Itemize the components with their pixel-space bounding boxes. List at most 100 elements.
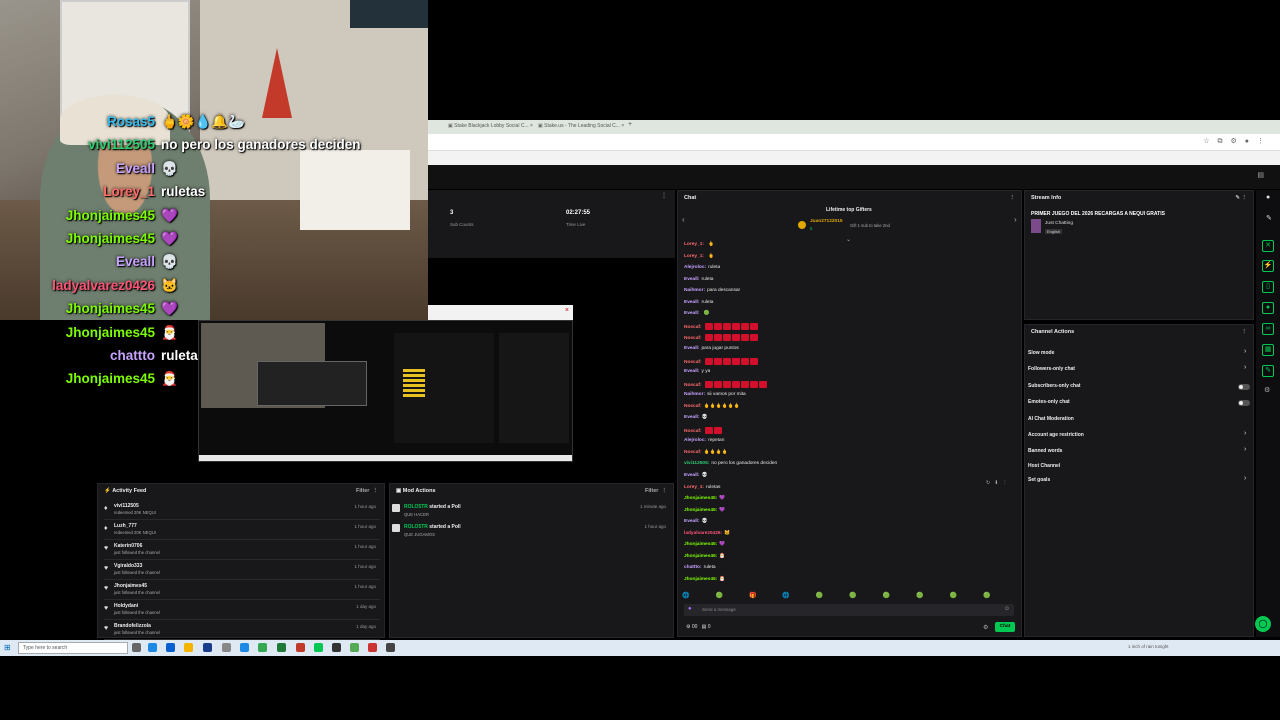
mod-filter-button[interactable]: Filter ⋮ [645,488,667,494]
chat-message[interactable]: Alejroloc: ruleta [684,265,720,270]
send-chat-button[interactable]: Chat [995,622,1015,632]
taskbar-search[interactable]: Type here to search [18,642,128,654]
bolt-icon[interactable]: ⚡ [1262,260,1274,272]
chevron-left-icon[interactable]: ‹ [682,215,685,224]
chevron-down-icon[interactable]: ⌄ [846,236,851,243]
windows-start-icon[interactable]: ⊞ [4,643,11,652]
chat-username[interactable]: Noscaf: [684,429,702,434]
gift-icon[interactable]: ▤ [1257,171,1264,179]
chat-menu-icon[interactable]: ⋮ [1010,195,1016,201]
app-icon[interactable] [296,643,305,652]
chat-message[interactable]: Eveall: 💀 [684,473,707,478]
chat-username[interactable]: chattto: [684,565,702,570]
mic-icon[interactable]: ● [688,606,692,612]
chat-message[interactable]: Lorey_1: ruletas [684,485,720,490]
app-icon[interactable] [386,643,395,652]
chat-message[interactable]: Eveall: para jugar puntos [684,346,739,351]
photos-icon[interactable] [240,643,249,652]
chevron-right-icon[interactable]: › [1244,430,1246,437]
chat-username[interactable]: Jhonjaimes45: [684,508,717,513]
chat-username[interactable]: Eveall: [684,311,699,316]
help-icon[interactable]: ● [1266,194,1270,201]
chat-username[interactable]: Jhonjaimes45: [684,577,717,582]
chevron-right-icon[interactable]: › [1244,364,1246,371]
channel-action-item[interactable]: Banned words [1028,448,1062,454]
browser-tab[interactable]: ▣ Stake Blackjack Lobby Social C... × [448,123,533,132]
gear-icon[interactable]: ⚙ [1264,386,1270,394]
link-icon[interactable]: ∞ [1262,323,1274,335]
chevron-right-icon[interactable]: › [1244,348,1246,355]
new-tab-button[interactable]: + [628,121,632,130]
chat-message[interactable]: Eveall: 🟢 [684,311,709,316]
chat-username[interactable]: Jhonjaimes45: [684,496,717,501]
chrome-icon[interactable] [258,643,267,652]
chat-message[interactable]: Jhonjaimes45: 💜 [684,508,725,513]
emote-bar[interactable]: 🌐🟢🎁🌐🟢🟢🟢🟢🟢🟢 [682,592,1018,602]
activity-item[interactable]: ♥ Holdydani just followed the channel 1 day… [104,602,380,620]
chat-message[interactable]: Noscaf: [684,380,767,388]
activity-item[interactable]: ♦ vivi112505 redeemed 20K NEQUI 1 hour ago [104,502,380,520]
chat-message[interactable]: Jhonjaimes45: 🎅 [684,577,725,582]
chevron-right-icon[interactable]: › [1014,215,1017,224]
chat-username[interactable]: Eveall: [684,346,699,351]
chat-message[interactable]: Noscaf: [684,334,758,342]
chat-message[interactable]: Jhonjaimes45: 💜 [684,496,725,501]
chat-message[interactable]: Noscaf: 🖕🖕🖕🖕🖕🖕 [684,404,739,409]
chat-username[interactable]: Eveall: [684,519,699,524]
activity-item[interactable]: ♦ Luzh_777 redeemed 20K NEQUI 1 hour ago [104,522,380,540]
task-view-icon[interactable] [132,643,141,652]
chat-bubble-icon[interactable]: ● [1262,302,1274,314]
app-icon[interactable] [350,643,359,652]
activity-item[interactable]: ♥ Jhonjaimes45 just followed the channel 1 … [104,582,380,600]
chat-username[interactable]: Lorey_1: [684,242,704,247]
mod-action-item[interactable]: ROLO5TR started a Poll QUE HACER 1 minute … [392,503,670,523]
chat-input[interactable]: ● Send a message ☺ [684,604,1014,616]
obs-icon[interactable] [332,643,341,652]
app-icon[interactable] [368,643,377,652]
settings-icon[interactable]: ⚙ [983,624,988,631]
toggle-switch[interactable] [1238,384,1250,390]
chat-message[interactable]: Lorey_1: 🖕 [684,242,714,247]
chat-message[interactable]: Eveall: 💀 [684,519,707,524]
chat-username[interactable]: Eveall: [684,277,699,282]
chat-username[interactable]: ladyalvarez0426: [684,531,722,536]
edit-icon[interactable]: ✎ ⋮ [1235,195,1247,201]
chat-message[interactable]: Noscaf: [684,357,758,365]
pencil-icon[interactable]: ✎ [1266,214,1272,222]
chat-username[interactable]: Eveall: [684,369,699,374]
activity-item[interactable]: ♥ Katerin0706 just followed the channel 1 h… [104,542,380,560]
activity-item[interactable]: ♥ Vgiraldo333 just followed the channel 1 h… [104,562,380,580]
chat-message[interactable]: vivi112505: no pero los ganadores deciden [684,461,777,466]
chat-username[interactable]: Alejroloc: [684,265,706,270]
chat-username[interactable]: Jhonjaimes45: [684,554,717,559]
address-bar[interactable]: ☆⧉⚙●⋮ [428,134,1280,151]
chat-username[interactable]: Naihmor: [684,288,705,293]
chat-message[interactable]: Jhonjaimes45: 🎅 [684,554,725,559]
stats-menu-icon[interactable]: ⋮ [661,192,667,199]
edge-icon[interactable] [148,643,157,652]
channel-action-item[interactable]: Host Channel [1028,463,1060,469]
chat-username[interactable]: Eveall: [684,300,699,305]
channel-action-item[interactable]: Subscribers-only chat [1028,383,1081,389]
store-app-icon[interactable] [203,643,212,652]
wrench-icon[interactable]: ✎ [1262,365,1274,377]
channel-action-item[interactable]: Followers-only chat [1028,366,1075,372]
close-icon[interactable]: × [565,307,569,314]
activity-item[interactable]: ♥ Brandofelizzola just followed the channe… [104,622,380,640]
chat-username[interactable]: Jhonjaimes45: [684,542,717,547]
app-icon[interactable] [314,643,323,652]
chat-message[interactable]: Eveall: ruleta [684,300,713,305]
chat-username[interactable]: Noscaf: [684,382,702,387]
chat-message[interactable]: Lorey_1: 🖕 [684,254,714,259]
message-actions-icon[interactable]: ↻⬇⋮ [986,480,1011,486]
chat-message[interactable]: chattto: ruleta [684,565,716,570]
excel-icon[interactable] [277,643,286,652]
channel-actions-menu-icon[interactable]: ⋮ [1242,329,1248,335]
activity-filter-button[interactable]: Filter ⋮ [356,488,378,494]
chat-username[interactable]: Noscaf: [684,404,702,409]
store-icon[interactable]: ▦ [1262,344,1274,356]
chat-message[interactable]: Noscaf: 🖕🖕🖕🖕 [684,450,728,455]
channel-action-item[interactable]: Set goals [1028,477,1050,483]
chat-message[interactable]: Noscaf: [684,322,758,330]
chat-username[interactable]: Eveall: [684,415,699,420]
